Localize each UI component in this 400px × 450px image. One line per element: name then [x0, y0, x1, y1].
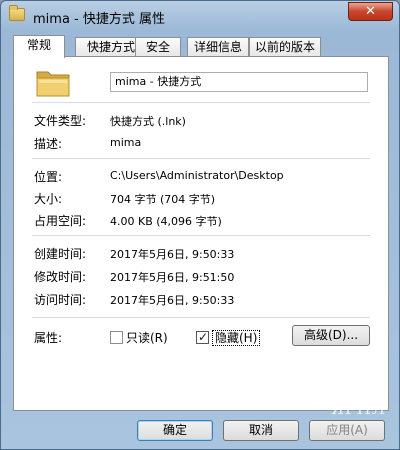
general-panel: mima - 快捷方式 文件类型: 快捷方式 (.lnk) 描述: mima 位…	[13, 56, 389, 411]
description-value: mima	[110, 136, 142, 149]
size-on-disk-value: 4.00 KB (4,096 字节)	[110, 215, 222, 228]
tab-general[interactable]: 常规	[13, 35, 65, 58]
separator	[32, 317, 370, 318]
accessed-value: 2017年5月6日, 9:50:33	[110, 294, 235, 307]
separator	[32, 235, 370, 236]
hidden-checkbox-label: 隐藏(H)	[212, 330, 261, 346]
watermark: ЯРНЛ	[331, 399, 386, 418]
file-type-value: 快捷方式 (.lnk)	[110, 115, 186, 128]
accessed-label: 访问时间:	[34, 293, 87, 307]
folder-shortcut-icon	[9, 5, 25, 21]
size-on-disk-label: 占用空间:	[34, 214, 87, 228]
file-name-field[interactable]: mima - 快捷方式	[110, 72, 368, 92]
attributes-label: 属性:	[34, 331, 63, 345]
cancel-button[interactable]: 取消	[223, 420, 299, 441]
modified-value: 2017年5月6日, 9:51:50	[110, 271, 235, 284]
separator	[32, 102, 370, 103]
tab-details[interactable]: 详细信息	[187, 37, 249, 57]
size-label: 大小:	[34, 192, 63, 206]
properties-window: mima - 快捷方式 属性 ✕ 常规 快捷方式 安全 详细信息 以前的版本 m…	[0, 0, 400, 450]
size-value: 704 字节 (704 字节)	[110, 193, 216, 206]
readonly-checkbox-box[interactable]	[110, 331, 123, 344]
advanced-button[interactable]: 高级(D)...	[292, 325, 370, 346]
file-type-label: 文件类型:	[34, 114, 87, 128]
close-button[interactable]: ✕	[348, 2, 393, 21]
tab-security[interactable]: 安全	[135, 37, 181, 57]
created-label: 创建时间:	[34, 247, 87, 261]
hidden-checkbox[interactable]: 隐藏(H)	[196, 329, 261, 346]
description-label: 描述:	[34, 137, 63, 151]
title-bar[interactable]: mima - 快捷方式 属性 ✕	[1, 1, 399, 31]
location-value: C:\Users\Administrator\Desktop	[110, 169, 284, 182]
location-label: 位置:	[34, 170, 63, 184]
ok-button[interactable]: 确定	[137, 420, 213, 441]
folder-icon	[36, 71, 70, 97]
modified-label: 修改时间:	[34, 270, 87, 284]
tab-previous-versions[interactable]: 以前的版本	[249, 37, 321, 57]
created-value: 2017年5月6日, 9:50:33	[110, 248, 235, 261]
separator	[32, 158, 370, 159]
window-title: mima - 快捷方式 属性	[33, 12, 165, 27]
apply-button[interactable]: 应用(A)	[309, 420, 385, 441]
hidden-checkbox-box[interactable]	[196, 329, 209, 345]
tab-strip: 常规 快捷方式 安全 详细信息 以前的版本	[13, 35, 389, 58]
readonly-checkbox[interactable]: 只读(R)	[110, 330, 168, 346]
readonly-checkbox-label: 只读(R)	[126, 331, 168, 345]
